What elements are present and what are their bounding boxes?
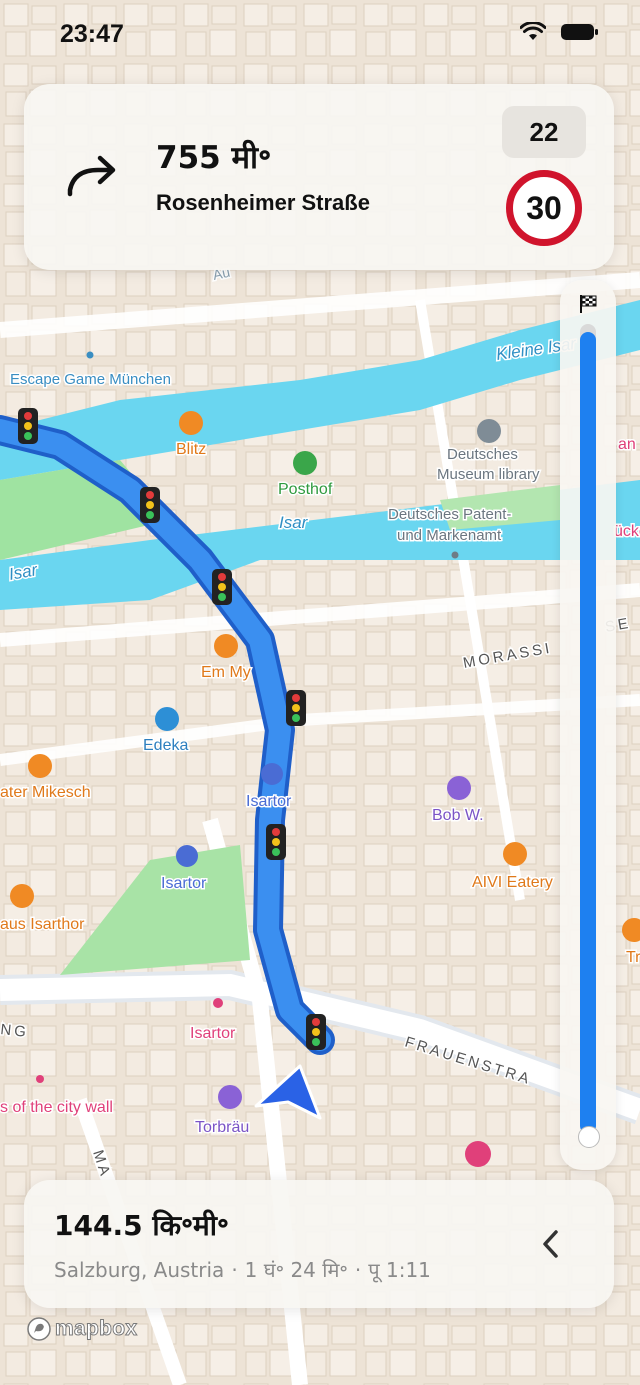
status-icons (520, 22, 600, 42)
traffic-light-icon (140, 487, 160, 523)
traffic-light-icon (212, 569, 232, 605)
poi-label: Deutsches Patent- (388, 506, 511, 523)
poi-label: Isartor (190, 1025, 236, 1042)
poi-label: Tr (626, 949, 640, 966)
traffic-light-icon (286, 690, 306, 726)
mapbox-logo[interactable]: mapbox (26, 1316, 138, 1342)
maneuver-street-name: Rosenheimer Straße (156, 190, 370, 215)
landmark-icon (465, 1141, 491, 1167)
turn-right-arrow-icon (67, 155, 116, 197)
poi-icon (86, 351, 94, 359)
route-progress-fill (580, 332, 596, 1134)
poi-label: Torbräu (195, 1119, 249, 1136)
poi-icon (451, 551, 459, 559)
restaurant-icon (503, 842, 527, 866)
hotel-icon (218, 1085, 242, 1109)
poi-label: Blitz (176, 441, 206, 458)
maneuver-distance: 755 मी॰ (156, 140, 272, 176)
maneuver-card[interactable]: 755 मी॰ Rosenheimer Straße 22 30 (24, 84, 614, 270)
speed-limit-sign: 30 (506, 170, 582, 246)
poi-label: Isartor (246, 793, 292, 810)
poi-label: Bob W. (432, 807, 484, 824)
route-progress-panel (560, 280, 616, 1170)
traffic-light-icon (18, 408, 38, 444)
hotel-icon (447, 776, 471, 800)
remaining-time: 1 घं॰ 24 मि॰ (244, 1258, 348, 1282)
trip-details: Salzburg, Austria · 1 घं॰ 24 मि॰ · पू 1:11 (54, 1256, 431, 1283)
remaining-distance: 144.5 कि॰मी॰ (54, 1209, 229, 1242)
poi-label: Posthof (278, 481, 333, 498)
traffic-light-icon (266, 824, 286, 860)
route-progress-track (580, 324, 596, 1134)
poi-label: ater Mikesch (0, 784, 91, 801)
street-label: NG (0, 1021, 30, 1041)
destination-name: Salzburg, Austria (54, 1258, 225, 1282)
poi-label: an (618, 436, 636, 453)
separator: · (231, 1258, 238, 1282)
train-icon (261, 763, 283, 785)
restaurant-icon (28, 754, 52, 778)
poi-label: Museum library (437, 466, 540, 483)
restaurant-icon (10, 884, 34, 908)
poi-label: ücke (614, 523, 640, 540)
status-time: 23:47 (60, 20, 124, 48)
wifi-icon (520, 22, 546, 40)
poi-label: und Markenamt (397, 527, 502, 544)
poi-label: Edeka (143, 737, 188, 754)
poi-icon (36, 1075, 44, 1083)
traffic-light-icon (306, 1014, 326, 1050)
chevron-left-icon[interactable] (536, 1224, 566, 1264)
trip-summary-card[interactable]: 144.5 कि॰मी॰ Salzburg, Austria · 1 घं॰ 24 … (24, 1180, 614, 1308)
poi-label: AIVI Eatery (472, 874, 553, 891)
mapbox-icon (27, 1317, 51, 1341)
mapbox-wordmark: mapbox (54, 1317, 138, 1341)
water-label: Isar (279, 513, 309, 532)
poi-label: Isartor (161, 875, 207, 892)
separator: · (354, 1258, 362, 1282)
library-icon (477, 419, 501, 443)
poi-label: Escape Game München (10, 371, 171, 388)
tree-icon (293, 451, 317, 475)
restaurant-icon (214, 634, 238, 658)
poi-label: aus Isarthor (0, 916, 85, 933)
train-icon (176, 845, 198, 867)
status-bar: 23:47 (0, 0, 640, 72)
poi-label: s of the city wall (0, 1099, 113, 1116)
cart-icon (155, 707, 179, 731)
battery-icon (561, 24, 598, 40)
restaurant-icon (179, 411, 203, 435)
finish-flag-icon (580, 295, 597, 313)
arrival-time: पू 1:11 (368, 1258, 431, 1282)
poi-label: Deutsches (447, 446, 518, 463)
poi-label: Em My (201, 664, 251, 681)
route-progress-knob (578, 1126, 600, 1148)
landmark-icon (213, 998, 223, 1008)
current-speed: 22 (502, 106, 586, 158)
